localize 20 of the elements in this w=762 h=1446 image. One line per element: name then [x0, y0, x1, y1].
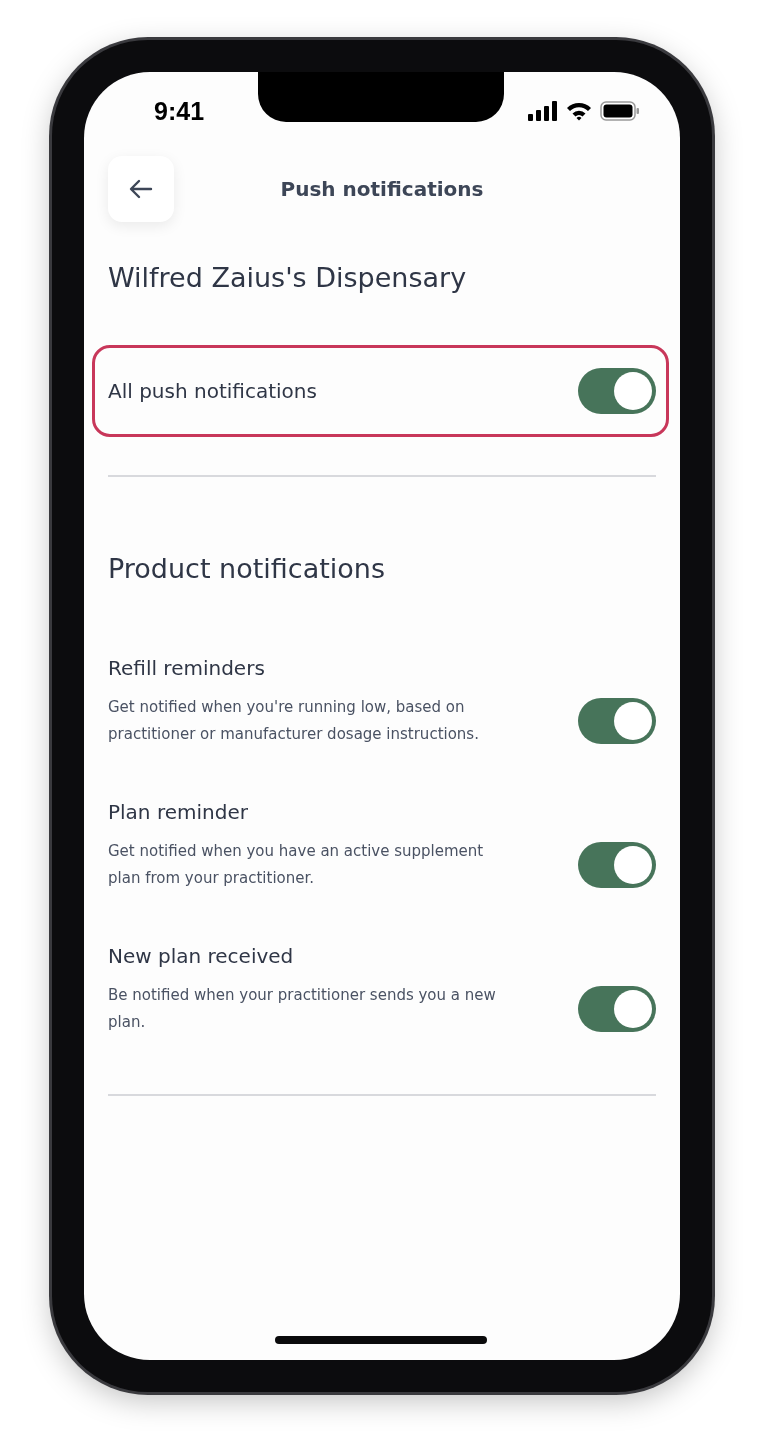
- wifi-icon: [566, 101, 592, 121]
- setting-description: Get notified when you're running low, based on practitioner or manufacturer dosage instructions.: [108, 697, 480, 745]
- toggle-switch[interactable]: [578, 698, 656, 744]
- setting-title: Refill reminders: [108, 656, 266, 680]
- toggle-label: All push notifications: [108, 379, 317, 403]
- setting-title: New plan received: [108, 944, 295, 968]
- status-time: 9:41: [154, 96, 205, 126]
- signal-icon: [528, 101, 558, 121]
- dispensary-heading: Wilfred Zaius's Dispensary: [108, 262, 468, 293]
- setting-description: Get notified when you have an active supplement plan from your practitioner.: [108, 841, 485, 889]
- battery-icon: [600, 101, 640, 121]
- setting-description: Be notified when your practitioner sends you a new plan.: [108, 985, 497, 1033]
- back-button[interactable]: [108, 156, 174, 222]
- page-title: Push notifications: [280, 177, 484, 201]
- toggle-switch[interactable]: [578, 842, 656, 888]
- toggle-switch[interactable]: [578, 986, 656, 1032]
- section-heading: Product notifications: [108, 553, 386, 584]
- back-arrow-icon: [129, 179, 153, 199]
- setting-title: Plan reminder: [108, 800, 249, 824]
- toggle-switch[interactable]: [578, 368, 656, 414]
